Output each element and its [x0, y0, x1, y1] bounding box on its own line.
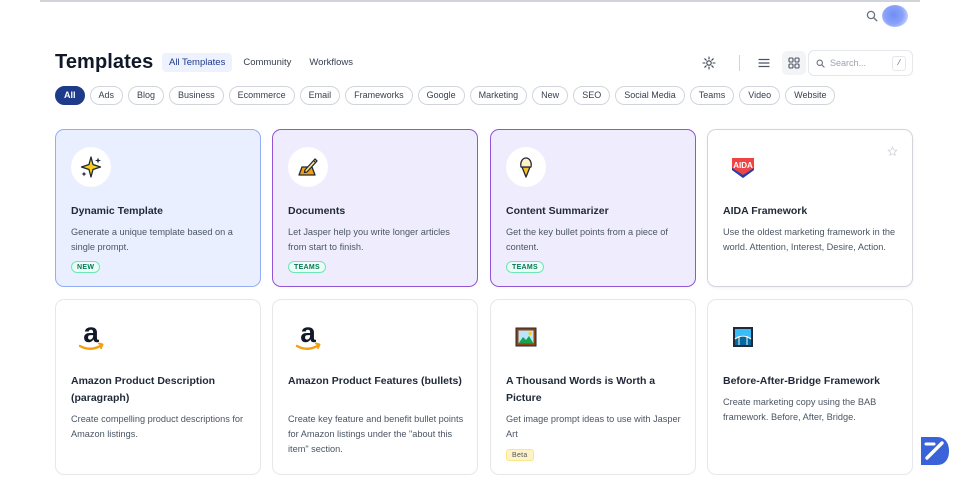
- category-filters: All Ads Blog Business Ecommerce Email Fr…: [55, 86, 836, 105]
- filter-chip-frameworks[interactable]: Frameworks: [345, 86, 413, 105]
- framed-picture-icon: [515, 327, 537, 347]
- tab-all-templates[interactable]: All Templates: [162, 53, 233, 72]
- search-input[interactable]: [830, 58, 892, 68]
- card-description: Let Jasper help you write longer article…: [288, 227, 450, 252]
- tab-workflows[interactable]: Workflows: [302, 53, 360, 72]
- card-title: Amazon Product Description (paragraph): [71, 375, 216, 404]
- template-card-documents[interactable]: Documents Let Jasper help you write long…: [272, 129, 478, 287]
- card-description: Create key feature and benefit bullet po…: [288, 414, 464, 454]
- pen-paper-icon: [298, 158, 318, 176]
- page-title: Templates: [55, 51, 154, 73]
- card-description: Get the key bullet points from a piece o…: [506, 227, 668, 252]
- card-icon-wrap: a: [288, 317, 328, 357]
- filter-chip-ecommerce[interactable]: Ecommerce: [228, 86, 295, 105]
- filter-chip-business[interactable]: Business: [169, 86, 224, 105]
- filter-chip-new[interactable]: New: [532, 86, 569, 105]
- template-card-before-after-bridge[interactable]: Before-After-Bridge Framework Create mar…: [707, 299, 913, 475]
- card-description: Generate a unique template based on a si…: [71, 227, 233, 252]
- filter-chip-video[interactable]: Video: [739, 86, 781, 105]
- card-icon-wrap: [723, 317, 763, 357]
- status-badge: TEAMS: [288, 261, 326, 273]
- tab-community[interactable]: Community: [236, 53, 298, 72]
- template-card-dynamic-template[interactable]: Dynamic Template Generate a unique templ…: [55, 129, 261, 287]
- card-icon-wrap: AIDA: [723, 147, 763, 187]
- card-description: Create compelling product descriptions f…: [71, 414, 244, 439]
- card-icon-wrap: [71, 147, 111, 187]
- card-title: Content Summarizer: [506, 205, 609, 217]
- template-card-thousand-words[interactable]: A Thousand Words is Worth a Picture Get …: [490, 299, 696, 475]
- search-icon[interactable]: [866, 10, 878, 22]
- template-tabs: All Templates Community Workflows: [162, 53, 360, 72]
- sparkle-toggle-button[interactable]: [697, 51, 721, 75]
- card-icon-wrap: [506, 317, 546, 357]
- grid-view-button[interactable]: [782, 51, 806, 75]
- template-card-aida-framework[interactable]: AIDA AIDA Framework Use the oldest marke…: [707, 129, 913, 287]
- sun-sparkle-icon: [702, 56, 716, 70]
- svg-text:AIDA: AIDA: [733, 161, 753, 170]
- card-icon-wrap: [288, 147, 328, 187]
- filter-chip-teams[interactable]: Teams: [689, 86, 735, 105]
- svg-text:a: a: [83, 320, 99, 348]
- card-icon-wrap: a: [71, 317, 111, 357]
- aida-logo-icon: AIDA: [732, 158, 754, 178]
- card-title: AIDA Framework: [723, 205, 808, 217]
- toolbar-divider: [739, 55, 740, 71]
- filter-chip-google[interactable]: Google: [417, 86, 465, 105]
- avatar[interactable]: [882, 5, 908, 27]
- card-title: Documents: [288, 205, 346, 217]
- card-description: Use the oldest marketing framework in th…: [723, 227, 896, 252]
- list-icon: [758, 58, 770, 68]
- template-card-content-summarizer[interactable]: Content Summarizer Get the key bullet po…: [490, 129, 696, 287]
- card-title: Amazon Product Features (bullets): [288, 375, 462, 387]
- svg-text:a: a: [300, 320, 316, 348]
- brand-logo-icon: [921, 437, 949, 465]
- template-search: /: [808, 50, 913, 76]
- ice-cream-icon: [520, 157, 532, 178]
- sparkle-icon: [80, 156, 102, 178]
- search-shortcut-key: /: [892, 56, 906, 71]
- status-badge: TEAMS: [506, 261, 544, 273]
- status-badge: NEW: [71, 261, 101, 273]
- filter-chip-email[interactable]: Email: [299, 86, 341, 105]
- search-icon: [816, 59, 825, 68]
- grid-icon: [788, 57, 800, 69]
- list-view-button[interactable]: [752, 51, 776, 75]
- card-icon-wrap: [506, 147, 546, 187]
- amazon-logo-icon: a: [295, 320, 321, 350]
- filter-chip-social-media[interactable]: Social Media: [615, 86, 685, 105]
- filter-chip-website[interactable]: Website: [785, 86, 836, 105]
- filter-chip-all[interactable]: All: [55, 86, 85, 105]
- template-card-amazon-product-description[interactable]: a Amazon Product Description (paragraph)…: [55, 299, 261, 475]
- filter-chip-seo[interactable]: SEO: [573, 86, 611, 105]
- amazon-logo-icon: a: [78, 320, 104, 350]
- card-description: Create marketing copy using the BAB fram…: [723, 397, 877, 422]
- beta-badge: Beta: [506, 449, 534, 461]
- card-title: A Thousand Words is Worth a Picture: [506, 375, 656, 404]
- filter-chip-ads[interactable]: Ads: [89, 86, 124, 105]
- favorite-star-icon[interactable]: [887, 146, 898, 157]
- filter-chip-marketing[interactable]: Marketing: [469, 86, 528, 105]
- card-description: Get image prompt ideas to use with Jaspe…: [506, 414, 681, 439]
- view-toolbar: [697, 50, 806, 76]
- card-title: Dynamic Template: [71, 205, 164, 217]
- card-title: Before-After-Bridge Framework: [723, 375, 880, 387]
- filter-chip-blog[interactable]: Blog: [128, 86, 165, 105]
- bridge-picture-icon: [733, 327, 753, 347]
- template-card-amazon-product-features[interactable]: a Amazon Product Features (bullets) Crea…: [272, 299, 478, 475]
